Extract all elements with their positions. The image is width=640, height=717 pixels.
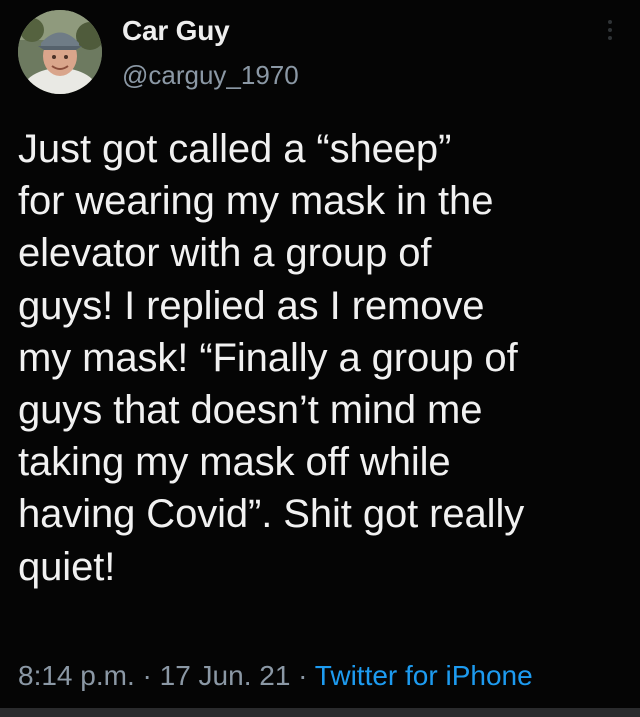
profile-photo-icon [18, 10, 102, 94]
avatar[interactable] [18, 10, 102, 94]
tweet-source-link[interactable]: Twitter for iPhone [315, 660, 533, 691]
meta-separator: · [134, 660, 160, 691]
tweet-meta: 8:14 p.m. · 17 Jun. 21 · Twitter for iPh… [18, 656, 533, 696]
tweet-time[interactable]: 8:14 p.m. [18, 660, 135, 691]
display-name[interactable]: Car Guy [122, 14, 299, 48]
tweet-text: Just got called a “sheep” for wearing my… [18, 127, 525, 589]
user-handle[interactable]: @carguy_1970 [122, 58, 299, 92]
tweet-card: Car Guy @carguy_1970 Just got called a “… [0, 0, 640, 717]
more-vertical-icon[interactable] [600, 16, 620, 52]
meta-separator: · [290, 660, 315, 691]
tweet-header: Car Guy @carguy_1970 [18, 10, 622, 94]
bottom-divider [0, 708, 640, 717]
user-names: Car Guy @carguy_1970 [122, 14, 299, 92]
tweet-date[interactable]: 17 Jun. 21 [160, 660, 291, 691]
